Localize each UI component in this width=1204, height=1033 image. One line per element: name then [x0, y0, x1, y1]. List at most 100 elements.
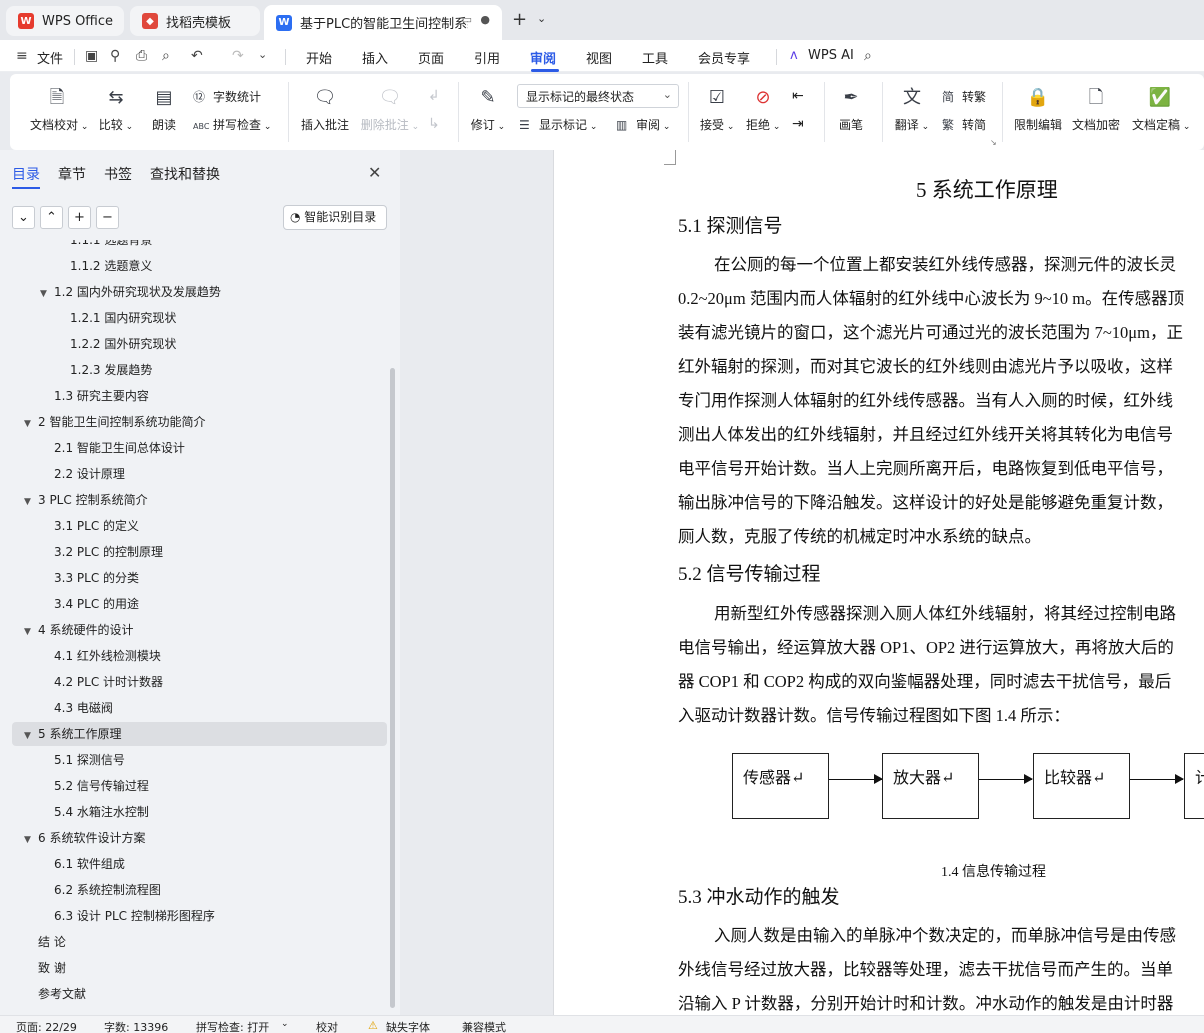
- page-indicator[interactable]: 页面: 22/29: [16, 1019, 77, 1033]
- next-change-icon[interactable]: ⇥: [792, 116, 804, 132]
- tab-current-document[interactable]: W 基于PLC的智能卫生间控制系统 ▭ ●: [264, 5, 502, 40]
- chevron-down-icon[interactable]: ⌄: [258, 48, 267, 61]
- redo-icon[interactable]: ↷: [232, 48, 244, 64]
- compare-button[interactable]: ⇆ 比较 ⌄: [98, 86, 134, 133]
- finalize-button[interactable]: ✅ 文档定稿 ⌄: [1132, 86, 1190, 133]
- panel-tab-bookmarks[interactable]: 书签: [104, 164, 132, 184]
- expand-arrow-icon[interactable]: ▼: [24, 490, 38, 514]
- toc-item[interactable]: 3.3 PLC 的分类: [54, 566, 139, 590]
- to-simplified-button[interactable]: 繁转简: [942, 116, 986, 133]
- toc-item[interactable]: ▼ 1.2 国内外研究现状及发展趋势: [40, 280, 221, 304]
- menu-wps-ai[interactable]: WPS AI: [808, 48, 854, 63]
- insert-comment-button[interactable]: 🗨 插入批注: [300, 86, 350, 133]
- expand-arrow-icon[interactable]: ▼: [24, 724, 38, 748]
- add-heading-icon[interactable]: +: [68, 206, 91, 229]
- previous-change-icon[interactable]: ⇤: [792, 88, 804, 104]
- undo-icon[interactable]: ↶: [191, 48, 203, 64]
- collapse-icon[interactable]: ⌄: [12, 206, 35, 229]
- menu-review[interactable]: 审阅: [530, 48, 556, 67]
- toc-item[interactable]: 4.2 PLC 计时计数器: [54, 670, 163, 694]
- toc-item[interactable]: 参考文献: [38, 982, 86, 1006]
- share-icon[interactable]: ⚲: [110, 48, 120, 64]
- panel-tab-find-replace[interactable]: 查找和替换: [150, 164, 220, 184]
- toc-item[interactable]: 1.2.3 发展趋势: [70, 358, 152, 382]
- word-count-indicator[interactable]: 字数: 13396: [104, 1019, 168, 1033]
- read-aloud-button[interactable]: ▤ 朗读: [150, 86, 178, 133]
- unsaved-dot-icon[interactable]: ●: [480, 13, 490, 26]
- tab-wps-office[interactable]: W WPS Office: [6, 6, 124, 36]
- menu-home[interactable]: 开始: [306, 48, 332, 67]
- reject-button[interactable]: ⊘ 拒绝 ⌄: [746, 86, 780, 133]
- toc-item[interactable]: 致 谢: [38, 956, 66, 980]
- encrypt-button[interactable]: 🗋 文档加密: [1072, 86, 1120, 133]
- delete-comment-button[interactable]: 🗨 删除批注 ⌄: [360, 86, 420, 133]
- toc-item[interactable]: 6.1 软件组成: [54, 852, 125, 876]
- menu-file[interactable]: 文件: [37, 48, 63, 67]
- search-icon[interactable]: ⌕: [864, 48, 872, 64]
- toc-item[interactable]: 结 论: [38, 930, 66, 954]
- menu-member[interactable]: 会员专享: [698, 48, 750, 67]
- proof-status[interactable]: 校对: [316, 1019, 338, 1033]
- toc-scrollbar[interactable]: [390, 368, 395, 1008]
- track-changes-button[interactable]: ✎ 修订 ⌄: [470, 86, 506, 133]
- toc-item[interactable]: ▼ 6 系统软件设计方案: [24, 826, 145, 850]
- expand-corner-icon[interactable]: ↘: [990, 138, 997, 147]
- document-page[interactable]: 5 系统工作原理 5.1 探测信号 5.2 信号传输过程 传感器↵ 放大器↵ 比…: [553, 150, 1204, 1015]
- menu-tools[interactable]: 工具: [642, 48, 668, 67]
- toc-item[interactable]: 1.2.2 国外研究现状: [70, 332, 176, 356]
- toc-item[interactable]: 2.1 智能卫生间总体设计: [54, 436, 185, 460]
- menu-page[interactable]: 页面: [418, 48, 444, 67]
- word-count-button[interactable]: ⑫ 字数统计: [193, 88, 261, 105]
- expand-arrow-icon[interactable]: ▼: [24, 828, 38, 852]
- toc-item[interactable]: 5.1 探测信号: [54, 748, 125, 772]
- monitor-icon[interactable]: ▭: [462, 13, 472, 26]
- translate-button[interactable]: 文 翻译 ⌄: [894, 86, 930, 133]
- doc-proof-button[interactable]: 🗎 文档校对 ⌄: [30, 86, 88, 133]
- spell-check-status[interactable]: 拼写检查: 打开: [196, 1019, 269, 1033]
- panel-tab-chapters[interactable]: 章节: [58, 164, 86, 184]
- toc-item[interactable]: 6.3 设计 PLC 控制梯形图程序: [54, 904, 215, 928]
- toc-item[interactable]: 3.1 PLC 的定义: [54, 514, 139, 538]
- toc-item[interactable]: ▼ 2 智能卫生间控制系统功能简介: [24, 410, 205, 434]
- close-icon[interactable]: ✕: [368, 163, 381, 182]
- expand-arrow-icon[interactable]: ▼: [40, 282, 54, 306]
- restrict-edit-button[interactable]: 🔒 限制编辑: [1014, 86, 1062, 133]
- toc-item[interactable]: 4.1 红外线检测模块: [54, 644, 161, 668]
- toc-item[interactable]: 2.2 设计原理: [54, 462, 125, 486]
- pen-button[interactable]: ✒ 画笔: [836, 86, 866, 133]
- toc-item[interactable]: 1.3 研究主要内容: [54, 384, 149, 408]
- expand-up-icon[interactable]: ⌃: [40, 206, 63, 229]
- toc-item[interactable]: 4.3 电磁阀: [54, 696, 113, 720]
- toc-item[interactable]: ▼ 4 系统硬件的设计: [24, 618, 133, 642]
- toc-item[interactable]: 1.2.1 国内研究现状: [70, 306, 176, 330]
- menu-view[interactable]: 视图: [586, 48, 612, 67]
- chevron-down-icon[interactable]: ⌄: [537, 12, 546, 25]
- toc-item[interactable]: 3.2 PLC 的控制原理: [54, 540, 163, 564]
- toc-item[interactable]: 5.4 水箱注水控制: [54, 800, 149, 824]
- toc-item[interactable]: 6.2 系统控制流程图: [54, 878, 161, 902]
- toc-item[interactable]: ▼ 3 PLC 控制系统简介: [24, 488, 148, 512]
- toc-item[interactable]: 1.1.2 选题意义: [70, 254, 152, 278]
- expand-arrow-icon[interactable]: ▼: [24, 620, 38, 644]
- tab-docer-templates[interactable]: ◆ 找稻壳模板: [130, 6, 260, 36]
- show-marks-button[interactable]: ☰ 显示标记 ⌄: [519, 116, 597, 133]
- missing-font-status[interactable]: 缺失字体: [386, 1019, 430, 1033]
- print-icon[interactable]: ⎙: [136, 48, 147, 64]
- print-preview-icon[interactable]: ⌕: [162, 48, 170, 64]
- menu-references[interactable]: 引用: [474, 48, 500, 67]
- toc-item[interactable]: ▼ 5 系统工作原理: [12, 722, 387, 746]
- accept-button[interactable]: ☑ 接受 ⌄: [700, 86, 734, 133]
- menu-insert[interactable]: 插入: [362, 48, 388, 67]
- expand-arrow-icon[interactable]: ▼: [24, 412, 38, 436]
- new-tab-icon[interactable]: +: [512, 9, 527, 30]
- toc-item[interactable]: 5.2 信号传输过程: [54, 774, 149, 798]
- hamburger-icon[interactable]: ≡: [16, 48, 28, 64]
- spell-check-button[interactable]: ABC 拼写检查 ⌄: [193, 116, 271, 133]
- to-traditional-button[interactable]: 简转繁: [942, 88, 986, 105]
- panel-tab-toc[interactable]: 目录: [12, 164, 40, 184]
- toc-item[interactable]: 1.1.1 选题背景: [70, 240, 152, 252]
- review-pane-button[interactable]: ▥ 审阅 ⌄: [616, 116, 670, 133]
- previous-comment-icon[interactable]: ↲: [428, 88, 440, 104]
- smart-toc-button[interactable]: ◔ 智能识别目录: [283, 205, 387, 230]
- next-comment-icon[interactable]: ↳: [428, 116, 440, 132]
